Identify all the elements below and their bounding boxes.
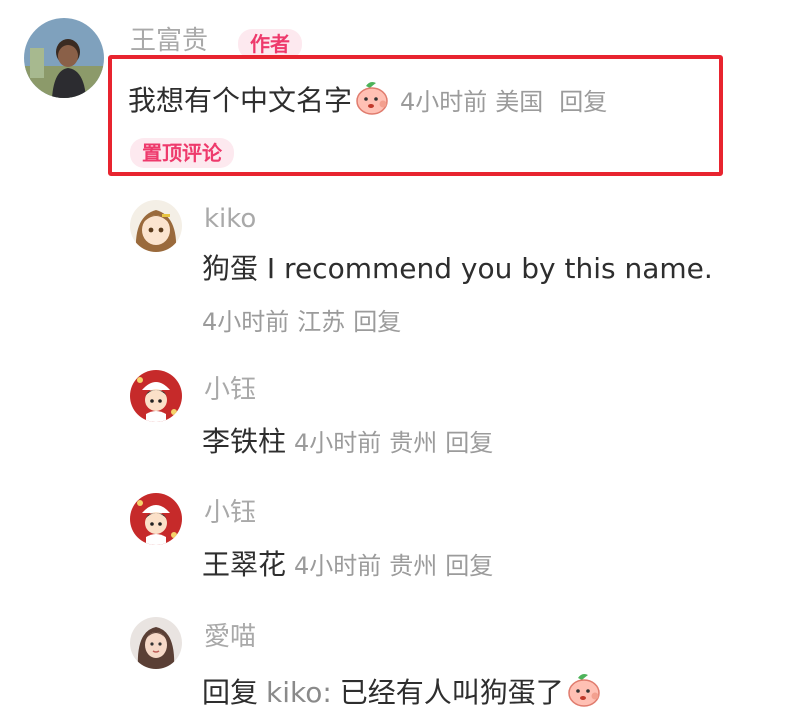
- reply-time: 4小时前: [202, 308, 290, 336]
- author-avatar[interactable]: [24, 18, 104, 98]
- reply-content: 王翠花 4小时前 贵州 回复: [202, 551, 493, 579]
- comment-time: 4小时前: [400, 88, 488, 116]
- reply-button[interactable]: 回复: [445, 429, 493, 457]
- author-avatar-image: [24, 18, 104, 98]
- reply-prefix: 回复: [202, 676, 259, 709]
- reply-content: 回复 kiko: 已经有人叫狗蛋了: [202, 672, 604, 713]
- reply-text: 李铁柱: [202, 425, 287, 458]
- reply-avatar-kiko[interactable]: [130, 200, 182, 252]
- xiaoyu-avatar-image: [130, 493, 182, 545]
- peach-face-emoji-icon: [564, 672, 604, 713]
- reply-author-name[interactable]: 小钰: [204, 377, 256, 403]
- reply-author-name[interactable]: 小钰: [204, 500, 256, 526]
- reply-text: 王翠花: [202, 548, 287, 581]
- aimiao-avatar-image: [130, 617, 182, 669]
- reply-time: 4小时前: [294, 552, 382, 580]
- reply-avatar-aimiao[interactable]: [130, 617, 182, 669]
- reply-author-name[interactable]: kiko: [204, 206, 256, 232]
- reply-button[interactable]: 回复: [353, 308, 401, 336]
- kiko-avatar-image: [130, 200, 182, 252]
- pinned-comment-badge: 置顶评论: [130, 138, 234, 168]
- reply-location: 贵州: [389, 429, 438, 457]
- reply-avatar-xiaoyu[interactable]: [130, 493, 182, 545]
- comment-text: 我想有个中文名字: [128, 84, 353, 117]
- comment-content: 我想有个中文名字 4小时前 美国 回复: [128, 80, 607, 121]
- reply-avatar-xiaoyu[interactable]: [130, 370, 182, 422]
- reply-text: 狗蛋 I recommend you by this name.: [202, 252, 713, 285]
- peach-face-emoji-icon: [352, 80, 392, 121]
- reply-content: 李铁柱 4小时前 贵州 回复: [202, 428, 493, 456]
- reply-location: 江苏: [297, 308, 346, 336]
- comment-author-name[interactable]: 王富贵: [130, 28, 208, 54]
- comment-location: 美国: [495, 88, 544, 116]
- reply-location: 贵州: [389, 552, 438, 580]
- reply-target-user[interactable]: kiko:: [266, 676, 332, 709]
- reply-author-name[interactable]: 愛喵: [204, 624, 256, 650]
- reply-time: 4小时前: [294, 429, 382, 457]
- reply-button[interactable]: 回复: [559, 88, 607, 116]
- reply-button[interactable]: 回复: [445, 552, 493, 580]
- xiaoyu-avatar-image: [130, 370, 182, 422]
- reply-text: 已经有人叫狗蛋了: [339, 676, 564, 709]
- reply-meta: 4小时前 江苏 回复: [202, 310, 401, 334]
